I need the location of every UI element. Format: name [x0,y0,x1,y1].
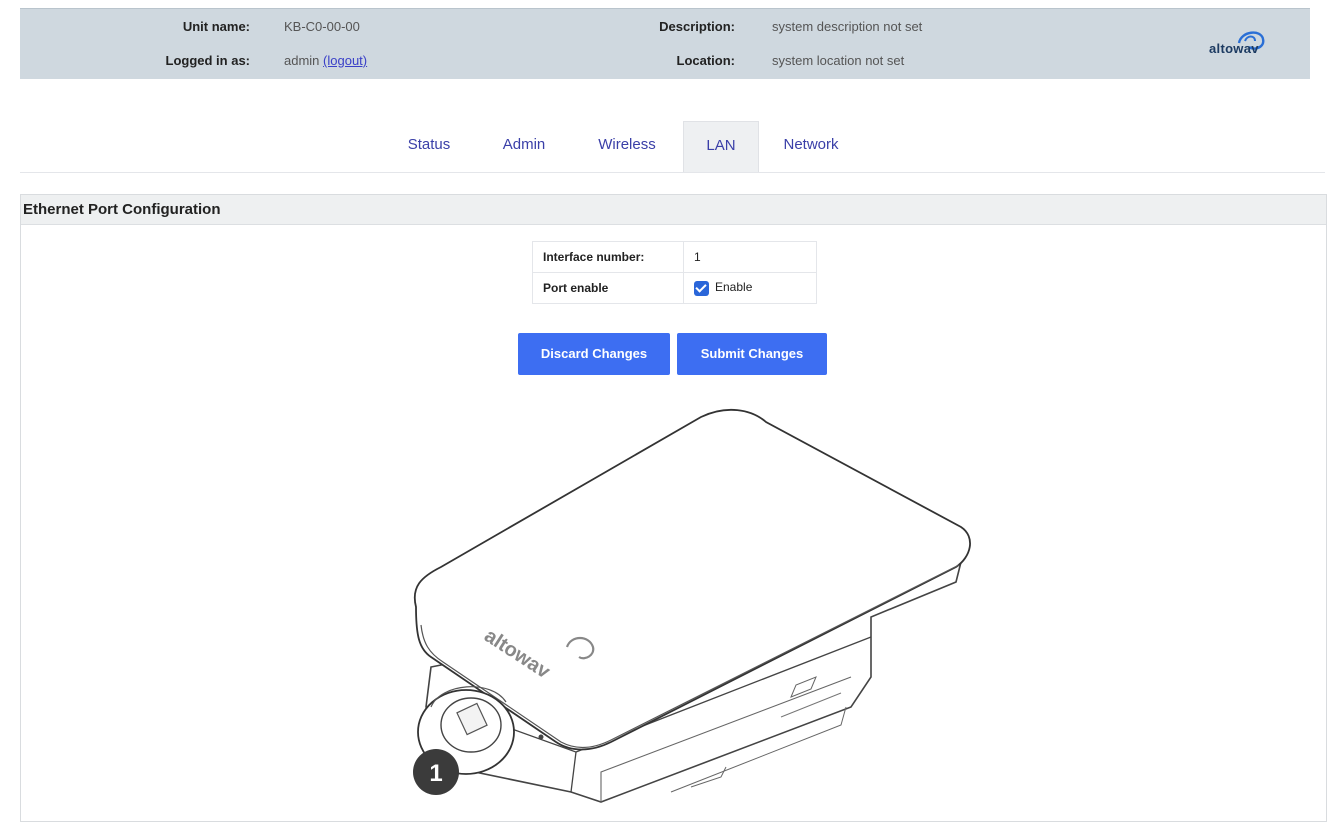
port-badge-text: 1 [429,760,442,787]
logged-in-info: admin (logout) [284,53,367,68]
tab-network[interactable]: Network [768,121,854,171]
main-tabs: Status Admin Wireless LAN Network [20,118,1325,173]
discard-changes-button[interactable]: Discard Changes [518,333,670,375]
location-label: Location: [676,53,736,68]
tab-wireless[interactable]: Wireless [580,121,674,171]
logo-text: altowav [1209,41,1259,56]
logged-in-label: Logged in as: [165,53,251,68]
port-enable-label: Port enable [532,272,684,304]
config-table: Interface number: 1 Port enable Enable [532,241,817,304]
logout-link[interactable]: (logout) [323,53,367,68]
tab-status[interactable]: Status [390,121,468,171]
unit-name-label: Unit name: [182,19,250,34]
enable-checkbox-label[interactable]: Enable [715,280,752,294]
description-label: Description: [659,19,735,34]
submit-changes-button[interactable]: Submit Changes [677,333,827,375]
led-indicator [538,734,544,740]
header-bar: Unit name: KB-C0-00-00 Logged in as: adm… [20,8,1310,79]
tab-lan[interactable]: LAN [683,121,759,172]
panel-title: Ethernet Port Configuration [21,195,1326,225]
table-row: Port enable Enable [532,272,817,304]
description-value: system description not set [772,19,923,34]
interface-number-value: 1 [683,241,817,273]
table-row: Interface number: 1 [532,241,817,273]
port-enable-cell: Enable [683,272,817,304]
enable-checkbox[interactable] [694,280,709,296]
logged-in-user: admin [284,53,320,68]
tab-admin[interactable]: Admin [484,121,564,171]
device-illustration: altowav 1 [413,408,971,803]
ethernet-config-panel: Ethernet Port Configuration Interface nu… [20,194,1327,822]
location-value: system location not set [772,53,905,68]
unit-name-value: KB-C0-00-00 [284,19,360,34]
interface-number-label: Interface number: [532,241,684,273]
brand-logo: altowav [1205,23,1295,63]
